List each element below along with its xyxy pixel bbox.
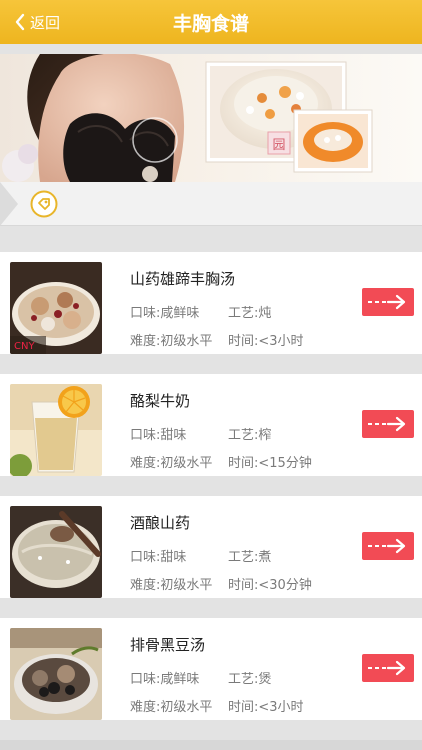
recipe-time: 时间:<30分钟 [228, 578, 312, 593]
recipe-difficulty: 难度:初级水平 [130, 334, 213, 349]
recipe-meta-row-1: 口味:甜味 工艺:榨 [130, 424, 271, 443]
open-recipe-button[interactable] [362, 532, 414, 560]
list-item[interactable]: 酪梨牛奶 口味:甜味 工艺:榨 难度:初级水平 时间:<15分钟 [0, 374, 422, 476]
recipe-taste: 口味:咸鲜味 [130, 306, 200, 321]
recipe-difficulty: 难度:初级水平 [130, 700, 213, 715]
arrow-right-icon [368, 416, 406, 432]
list-item[interactable]: 酒酿山药 口味:甜味 工艺:煮 难度:初级水平 时间:<30分钟 [0, 496, 422, 598]
banner-illustration: 园 [2, 54, 373, 182]
banner-stamp: 园 [272, 138, 285, 153]
recipe-name: 酒酿山药 [130, 514, 191, 532]
list-bottom-edge [0, 740, 422, 750]
chevron-left-icon [10, 12, 30, 32]
recipe-meta-row-2: 难度:初级水平 时间:<30分钟 [130, 574, 312, 593]
recipe-thumbnail [10, 628, 102, 720]
arrow-right-icon [368, 660, 406, 676]
recipe-taste: 口味:甜味 [130, 550, 187, 565]
thumb-watermark: CNY [14, 341, 35, 352]
recipe-thumbnail [10, 384, 102, 476]
list-item[interactable]: 排骨黑豆汤 口味:咸鲜味 工艺:煲 难度:初级水平 时间:<3小时 [0, 618, 422, 720]
recipe-difficulty: 难度:初级水平 [130, 578, 213, 593]
category-tag-bar [0, 182, 422, 226]
recipe-thumbnail [10, 506, 102, 598]
recipe-name: 酪梨牛奶 [130, 392, 191, 410]
recipe-name: 排骨黑豆汤 [130, 636, 206, 654]
recipe-craft: 工艺:炖 [228, 306, 272, 321]
recipe-name: 山药雄蹄丰胸汤 [130, 270, 236, 288]
recipe-time: 时间:<15分钟 [228, 456, 312, 471]
recipe-craft: 工艺:煲 [228, 672, 272, 687]
top-nav-bar: 返回 丰胸食谱 [0, 0, 422, 44]
list-item[interactable]: CNY 山药雄蹄丰胸汤 口味:咸鲜味 工艺:炖 难度:初级水平 时间:<3小时 [0, 252, 422, 354]
back-button[interactable]: 返回 [10, 0, 60, 44]
recipe-thumbnail: CNY [10, 262, 102, 354]
recipe-meta-row-2: 难度:初级水平 时间:<3小时 [130, 330, 304, 349]
tag-bar-arrow [0, 182, 18, 226]
arrow-right-icon [368, 294, 406, 310]
recipe-craft: 工艺:榨 [228, 428, 272, 443]
banner-image[interactable]: 园 [0, 54, 422, 182]
open-recipe-button[interactable] [362, 288, 414, 316]
recipe-taste: 口味:咸鲜味 [130, 672, 200, 687]
recipe-list: CNY 山药雄蹄丰胸汤 口味:咸鲜味 工艺:炖 难度:初级水平 时间:<3小时 [0, 226, 422, 750]
recipe-taste: 口味:甜味 [130, 428, 187, 443]
recipe-meta-row-1: 口味:咸鲜味 工艺:炖 [130, 302, 271, 321]
open-recipe-button[interactable] [362, 654, 414, 682]
recipe-time: 时间:<3小时 [228, 334, 304, 349]
page-title: 丰胸食谱 [172, 12, 249, 35]
recipe-meta-row-1: 口味:咸鲜味 工艺:煲 [130, 668, 271, 687]
tag-icon[interactable] [30, 190, 58, 218]
recipe-meta-row-1: 口味:甜味 工艺:煮 [130, 546, 271, 565]
recipe-meta-row-2: 难度:初级水平 时间:<15分钟 [130, 452, 312, 471]
back-label: 返回 [30, 13, 61, 32]
open-recipe-button[interactable] [362, 410, 414, 438]
recipe-meta-row-2: 难度:初级水平 时间:<3小时 [130, 696, 304, 715]
recipe-craft: 工艺:煮 [228, 550, 272, 565]
recipe-difficulty: 难度:初级水平 [130, 456, 213, 471]
arrow-right-icon [368, 538, 406, 554]
recipe-time: 时间:<3小时 [228, 700, 304, 715]
